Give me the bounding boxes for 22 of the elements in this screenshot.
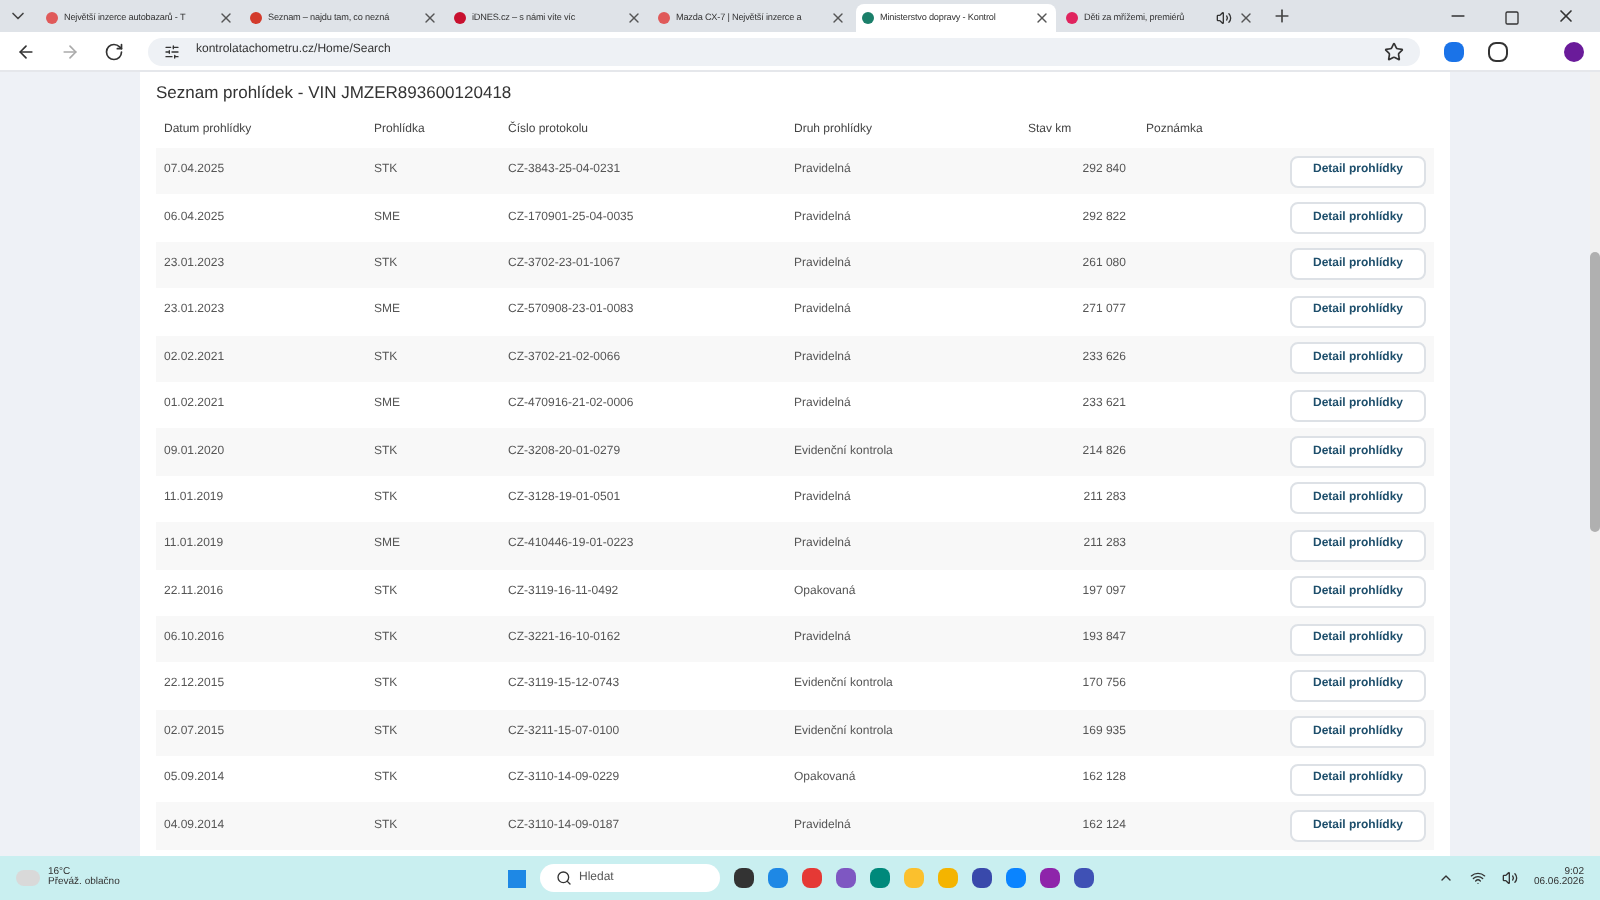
close-icon[interactable] [830, 10, 846, 26]
close-icon[interactable] [1034, 10, 1050, 26]
wifi-icon[interactable] [1469, 870, 1486, 886]
back-icon[interactable] [16, 41, 36, 61]
page-title: Seznam prohlídek - VIN JMZER893600120418 [156, 79, 514, 106]
close-icon[interactable] [1556, 6, 1576, 26]
search-icon [555, 870, 571, 886]
reload-icon[interactable] [104, 41, 124, 61]
maximize-icon[interactable] [1504, 10, 1520, 26]
close-icon[interactable] [218, 10, 234, 26]
site-info-icon [164, 43, 180, 59]
start-icon[interactable] [507, 869, 525, 887]
speaker-icon[interactable] [1501, 870, 1518, 886]
profile-avatar[interactable] [1564, 41, 1584, 61]
scrollbar[interactable] [1590, 72, 1600, 856]
close-icon[interactable] [1238, 10, 1254, 26]
chevron-up-icon[interactable] [1437, 870, 1454, 886]
close-icon[interactable] [626, 10, 642, 26]
extension-icon[interactable] [1488, 41, 1508, 61]
bookmark-star-icon[interactable] [1384, 41, 1404, 61]
new-tab-icon[interactable] [1272, 6, 1292, 26]
close-icon[interactable] [422, 10, 438, 26]
